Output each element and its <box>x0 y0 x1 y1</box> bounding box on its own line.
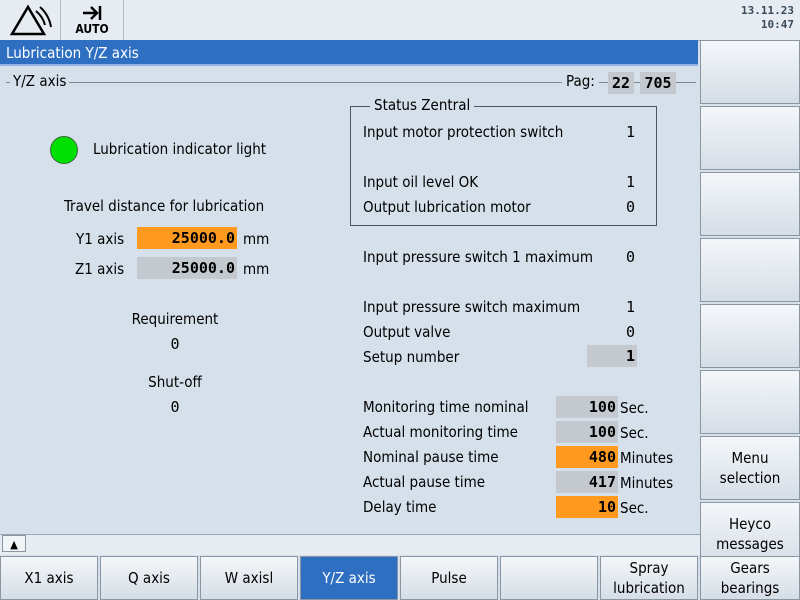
timer-label: Delay time <box>363 498 437 516</box>
timer-field: 100 <box>556 396 618 418</box>
softkey-empty[interactable] <box>500 556 598 600</box>
vertical-softkey-3[interactable] <box>700 172 800 236</box>
vertical-softkey-6[interactable] <box>700 370 800 434</box>
timer-label: Nominal pause time <box>363 448 499 466</box>
softkey-yz-axis[interactable]: Y/Z axis <box>300 556 398 600</box>
z1-travel-field: 25000.0 <box>137 257 237 279</box>
status-row-label: Output lubrication motor <box>363 198 531 216</box>
time-text: 10:47 <box>760 18 794 31</box>
y1-axis-label: Y1 axis <box>76 230 125 248</box>
auto-mode-icon <box>83 6 102 20</box>
mode-cell[interactable]: AUTO <box>61 0 124 40</box>
date-text: 13.11.23 <box>741 4 794 17</box>
alarm-cell[interactable] <box>0 0 61 40</box>
timer-label: Monitoring time nominal <box>363 398 529 416</box>
status-row-value: 1 <box>626 123 636 141</box>
nominal-pause-input[interactable]: 480 <box>556 446 618 468</box>
shutoff-label: Shut-off <box>148 373 202 391</box>
timer-field: 417 <box>556 471 618 493</box>
requirement-label: Requirement <box>131 310 219 328</box>
page-total-field: 705 <box>640 72 676 94</box>
expand-up-button[interactable]: ▲ <box>2 535 26 552</box>
timer-unit: Minutes <box>620 449 674 467</box>
z1-axis-label: Z1 axis <box>75 260 125 278</box>
softkey-gears-bearings[interactable]: Gears bearings <box>700 556 800 600</box>
setup-number-label: Setup number <box>363 348 460 366</box>
status-row-value: 0 <box>626 198 636 216</box>
softkey-spray-lubrication[interactable]: Spray lubrication <box>600 556 698 600</box>
indicator-label: Lubrication indicator light <box>93 140 267 158</box>
status-row-label: Input motor protection switch <box>363 123 564 141</box>
requirement-value: 0 <box>170 335 180 353</box>
signal-row-label: Output valve <box>363 323 451 341</box>
signal-row-value: 1 <box>626 298 636 316</box>
signal-row-value: 0 <box>626 323 636 341</box>
vertical-softkey-4[interactable] <box>700 238 800 302</box>
softkey-x1-axis[interactable]: X1 axis <box>0 556 98 600</box>
menu-selection-button[interactable]: Menu selection <box>700 436 800 500</box>
screen-title: Lubrication Y/Z axis <box>0 40 698 66</box>
lubrication-indicator-lamp <box>50 136 78 164</box>
page-number-field: 22 <box>608 72 634 94</box>
timer-unit: Sec. <box>620 424 649 442</box>
timer-label: Actual monitoring time <box>363 423 518 441</box>
y1-travel-input[interactable]: 25000.0 <box>137 227 237 249</box>
group-title: Y/Z axis <box>10 72 70 90</box>
date-time: 13.11.23 10:47 <box>741 4 794 32</box>
travel-heading: Travel distance for lubrication <box>64 197 265 215</box>
timer-unit: Sec. <box>620 399 649 417</box>
signal-row-value: 0 <box>626 248 636 266</box>
status-row-value: 1 <box>626 173 636 191</box>
softkey-q-axis[interactable]: Q axis <box>100 556 198 600</box>
vertical-softkey-5[interactable] <box>700 304 800 368</box>
setup-number-field: 1 <box>587 345 637 367</box>
alarm-signal-icon <box>9 4 52 36</box>
timer-label: Actual pause time <box>363 473 486 491</box>
bottom-strip <box>0 534 700 555</box>
signal-row-label: Input pressure switch maximum <box>363 298 581 316</box>
vertical-softkey-2[interactable] <box>700 106 800 170</box>
y1-unit: mm <box>243 230 270 248</box>
signal-row-label: Input pressure switch 1 maximum <box>363 248 593 266</box>
page-label: Pag: <box>562 72 599 90</box>
mode-label: AUTO <box>75 22 109 36</box>
shutoff-value: 0 <box>170 398 180 416</box>
timer-unit: Minutes <box>620 474 674 492</box>
vertical-softkey-1[interactable] <box>700 40 800 104</box>
softkey-w-axis[interactable]: W axisl <box>200 556 298 600</box>
status-row-label: Input oil level OK <box>363 173 479 191</box>
softkey-pulse[interactable]: Pulse <box>400 556 498 600</box>
delay-time-input[interactable]: 10 <box>556 496 618 518</box>
z1-unit: mm <box>243 260 270 278</box>
status-zentral-title: Status Zentral <box>370 96 475 114</box>
timer-unit: Sec. <box>620 499 649 517</box>
chevron-up-icon: ▲ <box>10 538 18 551</box>
timer-field: 100 <box>556 421 618 443</box>
